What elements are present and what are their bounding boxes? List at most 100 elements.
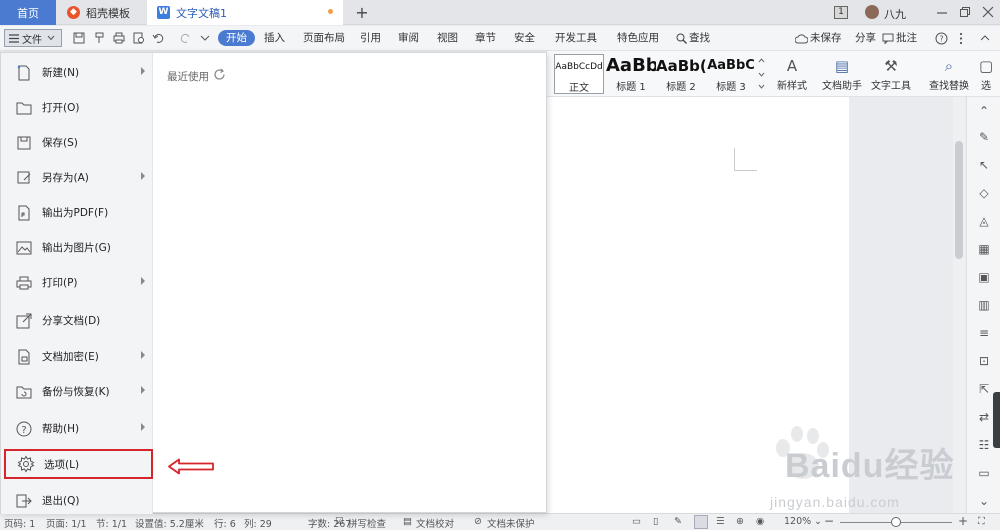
menu-item-share[interactable]: 分享文档(D) (1, 303, 153, 338)
zoom-slider-thumb[interactable] (891, 517, 901, 527)
find-replace-button[interactable]: ⌕ 查找替换 (924, 55, 974, 92)
sidebar-archive-icon[interactable]: ▭ (976, 465, 992, 481)
status-spellcheck[interactable]: 拼写检查 (348, 516, 386, 530)
status-setting[interactable]: 设置值: 5.2厘米 (135, 516, 204, 530)
sidebar-cursor-icon[interactable]: ↖ (976, 157, 992, 173)
menu-item-open[interactable]: 打开(O) (1, 90, 153, 125)
status-protect[interactable]: 文档未保护 (487, 516, 535, 530)
sidebar-up-icon[interactable]: ⌃ (976, 103, 992, 119)
select-button[interactable]: ▢ 选 (979, 55, 993, 92)
style-normal[interactable]: AaBbCcDd 正文 (554, 54, 604, 94)
quick-save-icon[interactable] (72, 31, 86, 45)
zoom-chevron-icon[interactable]: ⌄ (814, 516, 822, 527)
zoom-in-icon[interactable]: + (958, 514, 968, 528)
status-section[interactable]: 节: 1/1 (96, 516, 127, 530)
tab-start[interactable]: 开始 (218, 30, 255, 46)
sidebar-table-icon[interactable]: ▦ (976, 241, 992, 257)
status-page[interactable]: 页码: 1 (4, 516, 35, 530)
status-col[interactable]: 列: 29 (244, 516, 272, 530)
tab-review[interactable]: 审阅 (398, 30, 419, 46)
more-options-icon[interactable] (958, 32, 964, 45)
sidebar-export-icon[interactable]: ⇱ (976, 381, 992, 397)
tab-templates[interactable]: ◆ 稻壳模板 (57, 0, 145, 25)
tab-developer[interactable]: 开发工具 (555, 30, 597, 46)
sidebar-fill-icon[interactable]: ◬ (976, 213, 992, 229)
close-icon[interactable] (982, 6, 994, 18)
sidebar-pen-icon[interactable]: ✎ (976, 129, 992, 145)
menu-item-save-as[interactable]: 另存为(A) (1, 160, 153, 195)
new-style-button[interactable]: A 新样式 (769, 55, 815, 92)
tab-features[interactable]: 特色应用 (617, 30, 659, 46)
style-heading1[interactable]: AaBb 标题 1 (606, 54, 656, 94)
tab-insert[interactable]: 插入 (264, 30, 285, 46)
side-panel-handle[interactable] (993, 392, 1000, 448)
tab-home[interactable]: 首页 (0, 0, 56, 25)
search-icon[interactable] (676, 33, 687, 44)
sidebar-shapes-icon[interactable]: ◇ (976, 185, 992, 201)
menu-item-backup[interactable]: 备份与恢复(K) (1, 374, 153, 409)
sidebar-translate-icon[interactable]: ⇄ (976, 409, 992, 425)
file-menu-button[interactable]: 文件 (4, 29, 62, 47)
view-page-icon[interactable] (694, 515, 708, 529)
unsaved-status[interactable]: 未保存 (810, 30, 842, 46)
sidebar-down-icon[interactable]: ⌄ (976, 493, 992, 509)
scroll-thumb[interactable] (955, 141, 963, 259)
view-web-icon[interactable]: ⊕ (736, 516, 744, 527)
tab-document[interactable]: W 文字文稿1 (147, 0, 343, 25)
share-button[interactable]: 分享 (855, 30, 876, 46)
zoom-out-icon[interactable]: − (824, 514, 834, 528)
avatar[interactable] (865, 5, 879, 19)
zoom-level[interactable]: 120% (784, 516, 811, 527)
help-icon[interactable]: ? (935, 32, 948, 45)
customize-toolbar-icon[interactable] (198, 31, 212, 45)
view-book-icon[interactable]: ▯ (653, 516, 658, 527)
menu-item-export-image[interactable]: 输出为图片(G) (1, 230, 153, 265)
menu-item-print[interactable]: 打印(P) (1, 265, 153, 300)
sidebar-note-icon[interactable]: ☷ (976, 437, 992, 453)
status-row[interactable]: 行: 6 (214, 516, 236, 530)
tab-references[interactable]: 引用 (360, 30, 381, 46)
menu-item-encrypt[interactable]: 文档加密(E) (1, 339, 153, 374)
print-icon[interactable] (112, 31, 126, 45)
menu-item-help[interactable]: ? 帮助(H) (1, 411, 153, 446)
status-words[interactable]: 字数: 267 (308, 516, 351, 530)
text-tools-button[interactable]: ⚒ 文字工具 (867, 55, 915, 92)
menu-item-export-pdf[interactable]: 输出为PDF(F) (1, 195, 153, 230)
comment-button[interactable]: 批注 (896, 30, 917, 46)
refresh-icon[interactable] (213, 68, 226, 81)
doc-assistant-button[interactable]: ▤ 文档助手 (820, 55, 864, 92)
view-read-icon[interactable]: ▭ (632, 516, 641, 527)
sidebar-settings-icon[interactable]: ≡ (976, 325, 992, 341)
tab-security[interactable]: 安全 (514, 30, 535, 46)
view-eye-icon[interactable]: ◉ (756, 516, 764, 527)
view-outline-icon[interactable]: ☰ (716, 516, 725, 527)
status-pages[interactable]: 页面: 1/1 (46, 516, 87, 530)
menu-item-exit[interactable]: 退出(Q) (1, 483, 153, 518)
menu-item-options[interactable]: 选项(L) (4, 449, 153, 479)
tab-view[interactable]: 视图 (437, 30, 458, 46)
style-gallery-scroll-icon[interactable] (758, 57, 765, 91)
username[interactable]: 八九 (884, 6, 906, 22)
sidebar-image-icon[interactable]: ▣ (976, 269, 992, 285)
new-tab-button[interactable]: + (352, 0, 372, 25)
sidebar-chart-icon[interactable]: ▥ (976, 297, 992, 313)
fullscreen-icon[interactable]: ⛶ (978, 516, 985, 527)
status-proofread[interactable]: 文档校对 (416, 516, 454, 530)
restore-icon[interactable] (959, 6, 971, 18)
collapse-ribbon-icon[interactable] (980, 34, 990, 42)
tab-page-layout[interactable]: 页面布局 (303, 30, 345, 46)
redo-icon[interactable] (178, 31, 192, 45)
menu-item-new[interactable]: 新建(N) (1, 55, 153, 90)
minimize-icon[interactable] (936, 7, 948, 19)
tab-chapter[interactable]: 章节 (475, 30, 496, 46)
sidebar-picture-icon[interactable]: ⊡ (976, 353, 992, 369)
format-painter-icon[interactable] (92, 31, 106, 45)
style-heading2[interactable]: AaBb( 标题 2 (656, 54, 706, 94)
style-heading3[interactable]: AaBbC 标题 3 (706, 54, 756, 94)
tab-search[interactable]: 查找 (689, 30, 710, 46)
view-write-icon[interactable]: ✎ (674, 516, 682, 527)
print-preview-icon[interactable] (132, 31, 146, 45)
undo-icon[interactable] (152, 31, 166, 45)
menu-item-save[interactable]: 保存(S) (1, 125, 153, 160)
window-count-badge[interactable]: 1 (834, 6, 848, 19)
